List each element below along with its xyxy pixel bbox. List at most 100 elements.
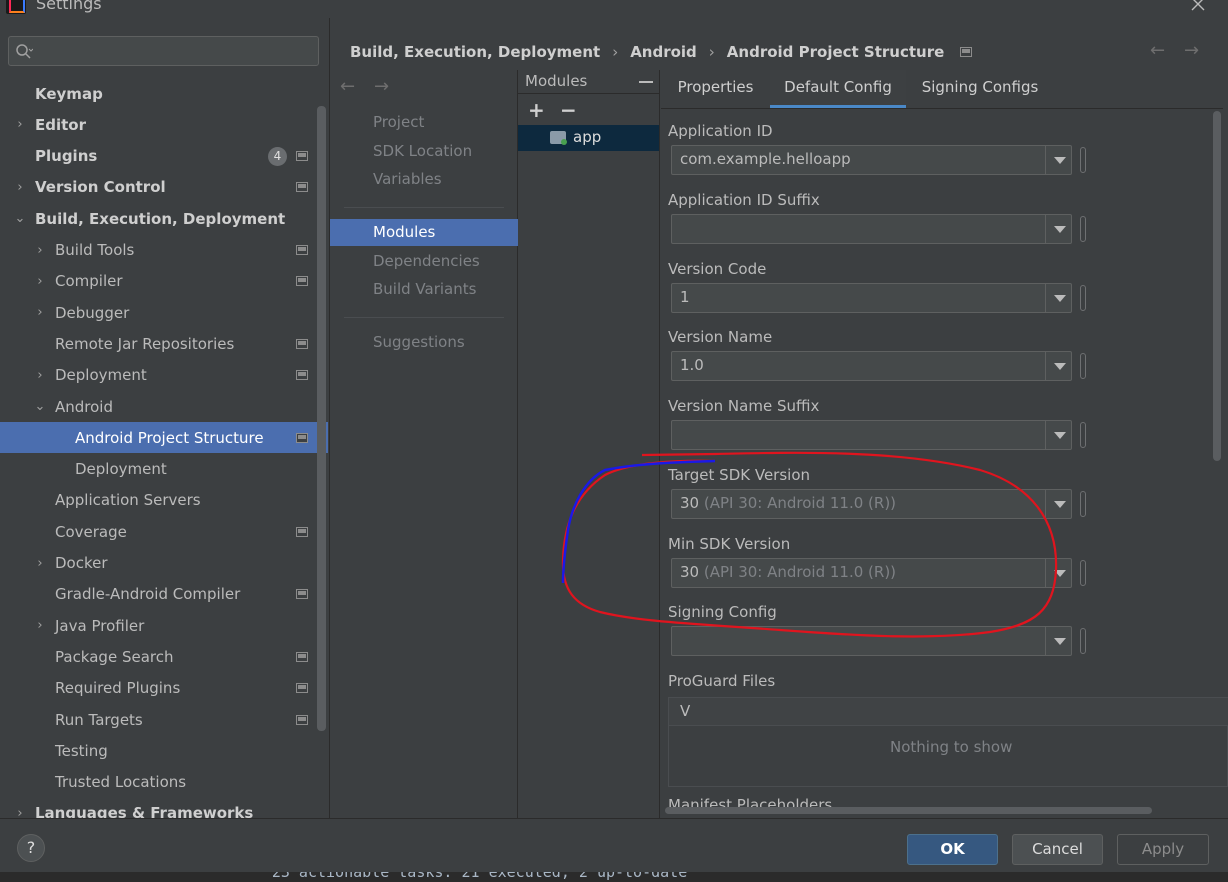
- search-icon[interactable]: [15, 43, 33, 61]
- sidebar-item[interactable]: › Build Tools: [0, 235, 316, 266]
- sidebar-item[interactable]: Android Project Structure: [0, 422, 328, 454]
- sidebar-item-label: Package Search: [55, 647, 174, 666]
- ps-item-sdk-location[interactable]: SDK Location: [330, 138, 518, 165]
- min-sdk-version-combo[interactable]: 30 (API 30: Android 11.0 (R)): [671, 558, 1072, 588]
- sidebar-item[interactable]: › Docker: [0, 548, 316, 579]
- application-id-suffix-combo[interactable]: [671, 214, 1072, 244]
- add-module-button[interactable]: +: [528, 98, 545, 122]
- divider: [344, 317, 504, 318]
- sidebar-item[interactable]: Run Targets: [0, 704, 316, 735]
- field-extra-button[interactable]: [1080, 285, 1086, 311]
- sidebar-scrollbar[interactable]: [317, 106, 326, 731]
- sidebar-item[interactable]: Keymap: [0, 78, 316, 109]
- breadcrumb-item[interactable]: Android: [630, 43, 697, 61]
- dropdown-arrow-icon[interactable]: [1045, 627, 1072, 655]
- intellij-logo-icon: [6, 0, 26, 14]
- back-arrow-icon[interactable]: ←: [1150, 40, 1165, 61]
- minimize-icon[interactable]: [639, 81, 653, 83]
- close-icon[interactable]: [1190, 0, 1206, 12]
- field-extra-button[interactable]: [1080, 560, 1086, 586]
- ps-item-variables[interactable]: Variables: [330, 166, 518, 193]
- tab-default-config[interactable]: Default Config: [770, 70, 906, 108]
- field-extra-button[interactable]: [1080, 422, 1086, 448]
- project-scope-icon: [296, 589, 308, 600]
- module-item-app[interactable]: app: [518, 125, 659, 151]
- dropdown-arrow-icon[interactable]: [1045, 215, 1072, 243]
- ps-item-project[interactable]: Project: [330, 109, 518, 136]
- sidebar-item[interactable]: › Editor: [0, 109, 316, 140]
- project-scope-icon: [296, 338, 308, 349]
- sidebar-item[interactable]: ⌄ Build, Execution, Deployment: [0, 203, 316, 234]
- ok-button[interactable]: OK: [907, 834, 998, 865]
- sidebar-item[interactable]: Testing: [0, 735, 316, 766]
- application-id-suffix-label: Application ID Suffix: [668, 191, 820, 209]
- chevron-down-icon[interactable]: ⌄: [33, 399, 47, 414]
- search-input[interactable]: [37, 40, 312, 62]
- chevron-right-icon[interactable]: ›: [33, 368, 47, 383]
- sidebar-item[interactable]: ⌄ Android: [0, 391, 316, 422]
- chevron-right-icon[interactable]: ›: [33, 618, 47, 633]
- chevron-right-icon[interactable]: ›: [33, 274, 47, 289]
- chevron-right-icon[interactable]: ›: [33, 305, 47, 320]
- sidebar-item[interactable]: › Java Profiler: [0, 610, 316, 641]
- version-code-combo[interactable]: 1: [671, 283, 1072, 313]
- sidebar-item[interactable]: Gradle-Android Compiler: [0, 579, 316, 610]
- breadcrumb-item[interactable]: Build, Execution, Deployment: [350, 43, 600, 61]
- chevron-right-icon[interactable]: ›: [33, 556, 47, 571]
- field-extra-button[interactable]: [1080, 147, 1086, 173]
- dropdown-arrow-icon[interactable]: [1045, 421, 1072, 449]
- expand-icon[interactable]: V: [680, 702, 690, 720]
- sidebar-item[interactable]: Plugins 4: [0, 141, 316, 172]
- proguard-files-list: V Nothing to show: [668, 697, 1228, 787]
- back-arrow-icon[interactable]: ←: [340, 76, 355, 97]
- sidebar-item[interactable]: › Debugger: [0, 297, 316, 328]
- help-button[interactable]: ?: [17, 834, 45, 862]
- chevron-down-icon[interactable]: ⌄: [13, 211, 27, 226]
- sidebar-item[interactable]: Package Search: [0, 641, 316, 672]
- dropdown-arrow-icon[interactable]: [1045, 284, 1072, 312]
- version-name-label: Version Name: [668, 328, 773, 346]
- dropdown-arrow-icon[interactable]: [1045, 146, 1072, 174]
- sidebar-item[interactable]: Remote Jar Repositories: [0, 328, 316, 359]
- sidebar-item[interactable]: Coverage: [0, 516, 316, 547]
- sidebar-item[interactable]: Trusted Locations: [0, 767, 316, 798]
- field-extra-button[interactable]: [1080, 353, 1086, 379]
- ps-item-dependencies[interactable]: Dependencies: [330, 248, 518, 275]
- dropdown-arrow-icon[interactable]: [1045, 490, 1072, 518]
- sidebar-item[interactable]: › Version Control: [0, 172, 316, 203]
- chevron-right-icon[interactable]: ›: [33, 243, 47, 258]
- version-name-combo[interactable]: 1.0: [671, 351, 1072, 381]
- field-extra-button[interactable]: [1080, 628, 1086, 654]
- sidebar-item[interactable]: › Compiler: [0, 266, 316, 297]
- forward-arrow-icon[interactable]: →: [374, 76, 389, 97]
- dropdown-arrow-icon[interactable]: [1045, 559, 1072, 587]
- tab-properties[interactable]: Properties: [661, 70, 770, 108]
- ps-item-suggestions[interactable]: Suggestions: [330, 329, 518, 356]
- console-output: 23 actionable tasks: 21 executed, 2 up-t…: [28, 872, 688, 881]
- tab-signing-configs[interactable]: Signing Configs: [906, 70, 1054, 108]
- apply-button[interactable]: Apply: [1117, 834, 1209, 865]
- chevron-right-icon[interactable]: ›: [13, 180, 27, 195]
- config-horizontal-scrollbar[interactable]: [665, 807, 1152, 814]
- sidebar-item[interactable]: Application Servers: [0, 485, 316, 516]
- sidebar-item[interactable]: Required Plugins: [0, 673, 316, 704]
- ps-item-modules[interactable]: Modules: [330, 219, 518, 246]
- signing-config-combo[interactable]: [671, 626, 1072, 656]
- field-extra-button[interactable]: [1080, 216, 1086, 242]
- dropdown-arrow-icon[interactable]: [1045, 352, 1072, 380]
- sidebar-item[interactable]: Deployment: [0, 454, 316, 485]
- value-text: com.example.helloapp: [680, 150, 851, 168]
- config-scrollbar[interactable]: [1213, 111, 1221, 461]
- ps-item-build-variants[interactable]: Build Variants: [330, 276, 518, 303]
- field-extra-button[interactable]: [1080, 491, 1086, 517]
- chevron-right-icon[interactable]: ›: [13, 117, 27, 132]
- application-id-combo[interactable]: com.example.helloapp: [671, 145, 1072, 175]
- sidebar-item[interactable]: › Deployment: [0, 360, 316, 391]
- remove-module-button[interactable]: −: [560, 98, 577, 122]
- sidebar-item-label: Deployment: [55, 366, 147, 385]
- forward-arrow-icon[interactable]: →: [1184, 40, 1199, 61]
- project-scope-icon: [296, 714, 308, 725]
- version-name-suffix-combo[interactable]: [671, 420, 1072, 450]
- target-sdk-version-combo[interactable]: 30 (API 30: Android 11.0 (R)): [671, 489, 1072, 519]
- cancel-button[interactable]: Cancel: [1012, 834, 1103, 865]
